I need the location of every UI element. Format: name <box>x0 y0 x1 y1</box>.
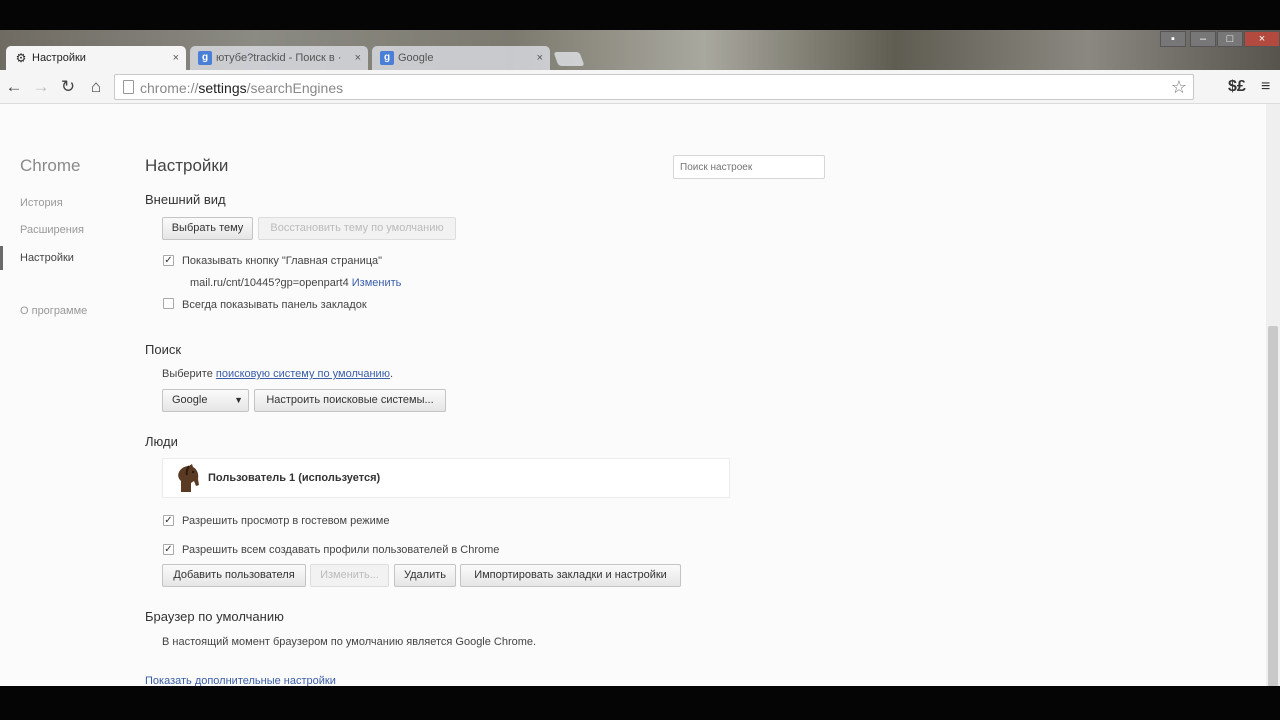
home-icon[interactable]: ⌂ <box>86 77 106 97</box>
sidebar-item-settings[interactable]: Настройки <box>20 252 74 264</box>
edit-user-button[interactable]: Изменить... <box>310 564 389 587</box>
add-user-button[interactable]: Добавить пользователя <box>162 564 306 587</box>
tab-google[interactable]: g Google × <box>372 46 550 70</box>
search-engine-description: Выберите поисковую систему по умолчанию. <box>162 368 393 380</box>
forward-arrow-icon[interactable]: → <box>31 77 51 97</box>
url-scheme: chrome:// <box>140 80 199 96</box>
allow-profiles-label: Разрешить всем создавать профили пользов… <box>182 544 500 556</box>
tab-title: ютубе?trackid - Поиск в · <box>216 52 342 64</box>
show-bookmarks-label: Всегда показывать панель закладок <box>182 299 367 311</box>
allow-profiles-checkbox[interactable]: ✓ <box>163 544 174 555</box>
scrollbar-thumb[interactable] <box>1268 326 1278 686</box>
tab-search-results[interactable]: g ютубе?trackid - Поиск в · × <box>190 46 368 70</box>
change-home-link[interactable]: Изменить <box>352 277 402 289</box>
show-home-label: Показывать кнопку "Главная страница" <box>182 255 383 267</box>
people-heading: Люди <box>145 434 178 449</box>
letterbox-top <box>0 0 1280 32</box>
bookmark-star-icon[interactable]: ☆ <box>1171 77 1187 98</box>
page-icon <box>123 80 134 94</box>
choose-prefix: Выберите <box>162 368 213 380</box>
page-title: Настройки <box>145 156 229 175</box>
back-arrow-icon[interactable]: ← <box>4 77 24 97</box>
chevron-down-icon: ▼ <box>234 395 243 405</box>
user-list[interactable]: Пользователь 1 (используется) <box>162 458 730 498</box>
reset-theme-button[interactable]: Восстановить тему по умолчанию <box>258 217 456 240</box>
appearance-heading: Внешний вид <box>145 192 226 207</box>
close-window-icon[interactable]: × <box>1244 31 1280 47</box>
default-search-engine-link[interactable]: поисковую систему по умолчанию <box>216 368 390 380</box>
scrollbar[interactable] <box>1266 104 1280 686</box>
delete-user-button[interactable]: Удалить <box>394 564 456 587</box>
browser-window: ▪ – □ × ⚙ Настройки × g ютубе?trackid - … <box>0 30 1280 686</box>
import-bookmarks-button[interactable]: Импортировать закладки и настройки <box>460 564 681 587</box>
profile-switch-icon[interactable]: ▪ <box>1160 31 1186 47</box>
default-browser-text: В настоящий момент браузером по умолчани… <box>162 636 537 648</box>
choose-theme-button[interactable]: Выбрать тему <box>162 217 253 240</box>
show-advanced-settings-link[interactable]: Показать дополнительные настройки <box>145 675 336 686</box>
gear-icon: ⚙ <box>15 51 27 65</box>
horse-avatar-icon <box>178 464 199 492</box>
address-bar[interactable]: chrome://settings/searchEngines ☆ <box>114 74 1194 100</box>
tab-close-icon[interactable]: × <box>355 46 361 70</box>
settings-page: Chrome История Расширения Настройки О пр… <box>0 104 1280 686</box>
letterbox-bottom <box>0 686 1280 720</box>
tab-title: Настройки <box>32 52 86 64</box>
url-host: settings <box>198 80 247 96</box>
choose-suffix: . <box>389 368 394 380</box>
guest-mode-label: Разрешить просмотр в гостевом режиме <box>182 515 390 527</box>
title-bar: ▪ – □ × ⚙ Настройки × g ютубе?trackid - … <box>0 30 1280 70</box>
tab-settings[interactable]: ⚙ Настройки × <box>6 46 186 70</box>
home-url: mail.ru/cnt/10445?gp=openpart4 <box>190 277 349 289</box>
menu-icon[interactable]: ≡ <box>1261 77 1270 97</box>
minimize-icon[interactable]: – <box>1190 31 1216 47</box>
url-text: chrome://settings/searchEngines <box>140 80 343 96</box>
default-browser-heading: Браузер по умолчанию <box>145 609 284 624</box>
google-favicon-icon: g <box>198 51 212 65</box>
url-path: /searchEngines <box>246 80 344 96</box>
sidebar-item-about[interactable]: О программе <box>20 305 87 317</box>
sidebar-item-extensions[interactable]: Расширения <box>20 224 84 236</box>
show-home-checkbox[interactable]: ✓ <box>163 255 174 266</box>
reload-icon[interactable]: ↻ <box>58 77 78 97</box>
tab-title: Google <box>398 52 434 64</box>
search-heading: Поиск <box>145 342 182 357</box>
search-engine-select[interactable]: Google ▼ <box>162 389 249 412</box>
sidebar-brand: Chrome <box>20 156 81 175</box>
sidebar-item-history[interactable]: История <box>20 197 63 209</box>
maximize-icon[interactable]: □ <box>1217 31 1243 47</box>
search-engine-selected: Google <box>172 394 208 406</box>
user-name: Пользователь 1 (используется) <box>208 472 381 484</box>
manage-search-engines-button[interactable]: Настроить поисковые системы... <box>254 389 446 412</box>
tab-close-icon[interactable]: × <box>537 46 543 70</box>
search-settings-input[interactable] <box>673 155 825 179</box>
extension-icon[interactable]: $£ <box>1228 77 1246 97</box>
home-url-row: mail.ru/cnt/10445?gp=openpart4 Изменить <box>190 277 401 289</box>
guest-mode-checkbox[interactable]: ✓ <box>163 515 174 526</box>
sidebar-active-marker <box>0 246 3 270</box>
google-favicon-icon: g <box>380 51 394 65</box>
tab-close-icon[interactable]: × <box>173 46 179 70</box>
new-tab-button[interactable] <box>553 52 585 66</box>
show-bookmarks-checkbox[interactable] <box>163 298 174 309</box>
toolbar: ← → ↻ ⌂ chrome://settings/searchEngines … <box>0 70 1280 104</box>
